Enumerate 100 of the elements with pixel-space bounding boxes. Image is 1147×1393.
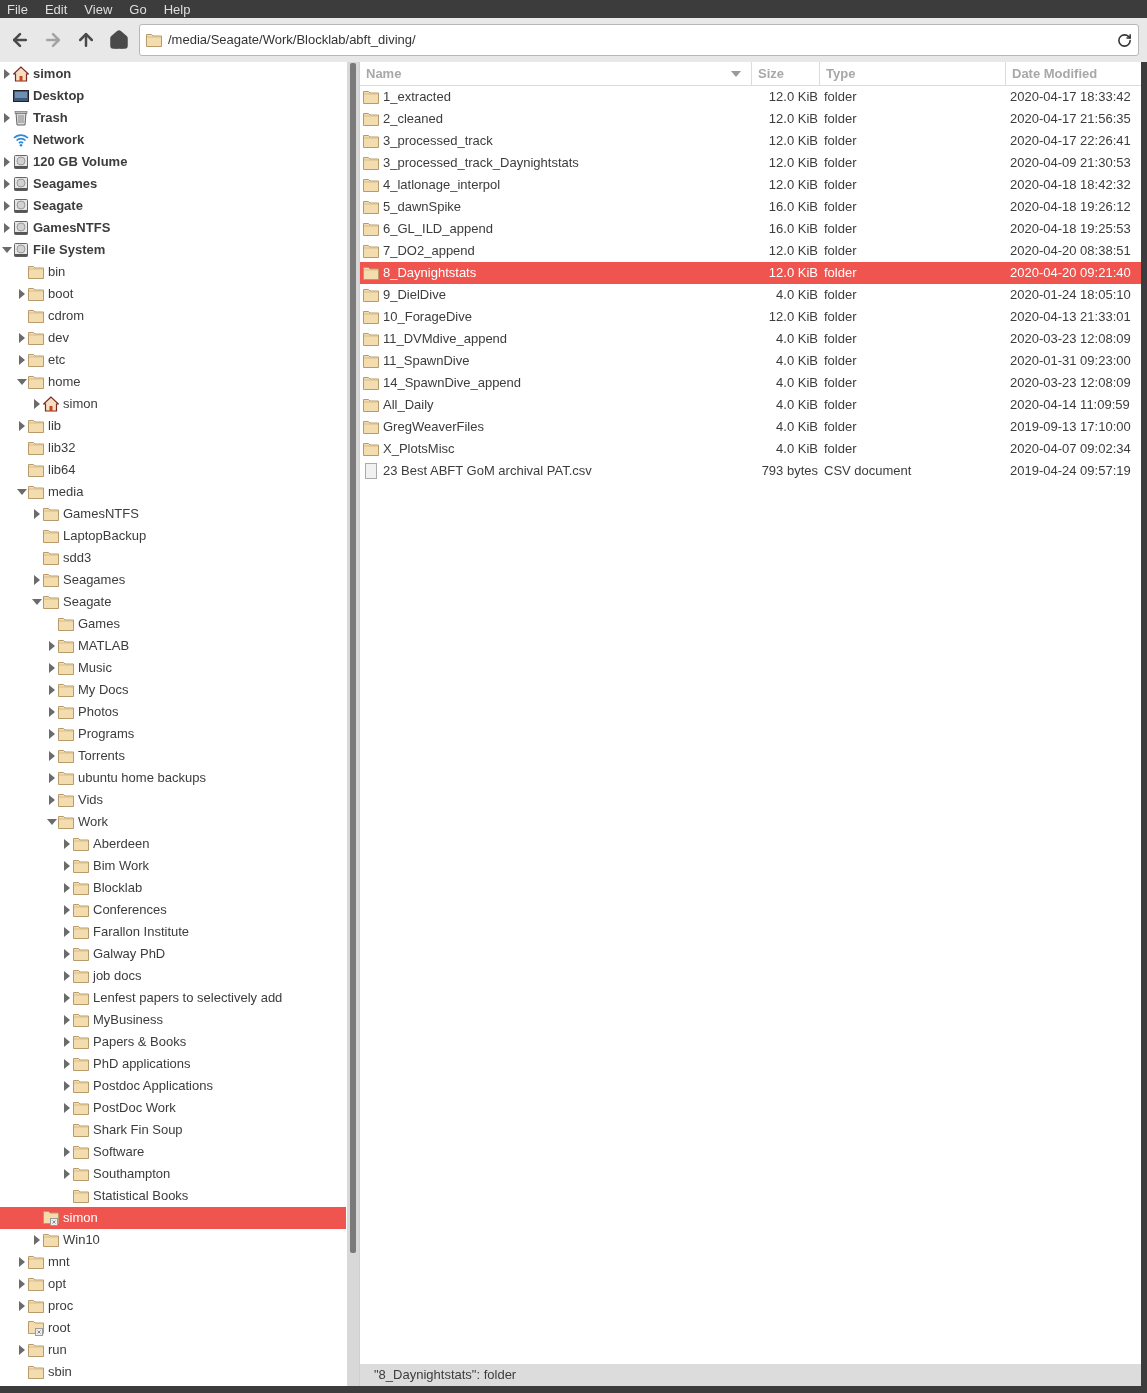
caret-right-icon[interactable]	[4, 157, 10, 167]
tree-item[interactable]: GamesNTFS	[0, 503, 346, 525]
tree-item[interactable]: Programs	[0, 723, 346, 745]
tree-item[interactable]: 120 GB Volume	[0, 151, 346, 173]
file-row[interactable]: 10_ForageDive 12.0 KiB folder 2020-04-13 21:33:01	[360, 306, 1141, 328]
scrollbar-thumb[interactable]	[350, 63, 356, 1253]
tree-item[interactable]: Seagate	[0, 591, 346, 613]
tree-item[interactable]: MATLAB	[0, 635, 346, 657]
file-row[interactable]: 3_processed_track_Daynightstats 12.0 KiB folder 2020-04-09 21:30:53	[360, 152, 1141, 174]
caret-right-icon[interactable]	[4, 69, 10, 79]
tree-item[interactable]: Seagate	[0, 195, 346, 217]
tree-item[interactable]: ubuntu home backups	[0, 767, 346, 789]
caret-right-icon[interactable]	[64, 1147, 70, 1157]
caret-right-icon[interactable]	[64, 971, 70, 981]
tree-item[interactable]: Music	[0, 657, 346, 679]
tree-item[interactable]: Papers & Books	[0, 1031, 346, 1053]
caret-right-icon[interactable]	[49, 795, 55, 805]
file-row[interactable]: GregWeaverFiles 4.0 KiB folder 2019-09-13 17:10:00	[360, 416, 1141, 438]
tree-item[interactable]: Blocklab	[0, 877, 346, 899]
caret-right-icon[interactable]	[49, 685, 55, 695]
file-row[interactable]: 14_SpawnDive_append 4.0 KiB folder 2020-03-23 12:08:09	[360, 372, 1141, 394]
caret-right-icon[interactable]	[64, 861, 70, 871]
caret-right-icon[interactable]	[19, 333, 25, 343]
caret-right-icon[interactable]	[49, 751, 55, 761]
tree-item[interactable]: lib32	[0, 437, 346, 459]
tree-item[interactable]: etc	[0, 349, 346, 371]
caret-right-icon[interactable]	[4, 201, 10, 211]
caret-right-icon[interactable]	[49, 729, 55, 739]
caret-right-icon[interactable]	[64, 927, 70, 937]
caret-right-icon[interactable]	[64, 1059, 70, 1069]
menu-item[interactable]: Help	[158, 2, 196, 16]
tree-item[interactable]: Trash	[0, 107, 346, 129]
caret-right-icon[interactable]	[19, 1345, 25, 1355]
caret-right-icon[interactable]	[19, 289, 25, 299]
tree-item[interactable]: bin	[0, 261, 346, 283]
tree-item[interactable]: simon	[0, 393, 346, 415]
tree-item[interactable]: cdrom	[0, 305, 346, 327]
tree-item[interactable]: Statistical Books	[0, 1185, 346, 1207]
tree-item[interactable]: Aberdeen	[0, 833, 346, 855]
caret-down-icon[interactable]	[17, 379, 27, 385]
tree-item[interactable]: boot	[0, 283, 346, 305]
caret-right-icon[interactable]	[64, 839, 70, 849]
caret-right-icon[interactable]	[64, 1103, 70, 1113]
location-field[interactable]: /media/Seagate/Work/Blocklab/abft_diving/	[139, 24, 1139, 56]
tree-item[interactable]: lib64	[0, 459, 346, 481]
tree-item[interactable]: Seagames	[0, 569, 346, 591]
caret-right-icon[interactable]	[19, 1279, 25, 1289]
file-row[interactable]: 3_processed_track 12.0 KiB folder 2020-04-17 22:26:41	[360, 130, 1141, 152]
file-row[interactable]: All_Daily 4.0 KiB folder 2020-04-14 11:09:59	[360, 394, 1141, 416]
file-row[interactable]: X_PlotsMisc 4.0 KiB folder 2020-04-07 09:02:34	[360, 438, 1141, 460]
file-row[interactable]: 11_DVMdive_append 4.0 KiB folder 2020-03-23 12:08:09	[360, 328, 1141, 350]
caret-right-icon[interactable]	[19, 421, 25, 431]
menu-item[interactable]: Edit	[39, 2, 73, 16]
tree-item[interactable]: PostDoc Work	[0, 1097, 346, 1119]
tree-item[interactable]: simon	[0, 63, 346, 85]
caret-right-icon[interactable]	[19, 1301, 25, 1311]
tree-item[interactable]: GamesNTFS	[0, 217, 346, 239]
tree-item[interactable]: MyBusiness	[0, 1009, 346, 1031]
caret-right-icon[interactable]	[64, 949, 70, 959]
caret-right-icon[interactable]	[19, 1257, 25, 1267]
tree-item[interactable]: proc	[0, 1295, 346, 1317]
file-row[interactable]: 1_extracted 12.0 KiB folder 2020-04-17 18:33:42	[360, 86, 1141, 108]
tree-item[interactable]: Conferences	[0, 899, 346, 921]
caret-right-icon[interactable]	[64, 1037, 70, 1047]
tree-item[interactable]: media	[0, 481, 346, 503]
file-row[interactable]: 11_SpawnDive 4.0 KiB folder 2020-01-31 09:23:00	[360, 350, 1141, 372]
tree-item[interactable]: Bim Work	[0, 855, 346, 877]
caret-right-icon[interactable]	[64, 883, 70, 893]
tree-item[interactable]: File System	[0, 239, 346, 261]
tree-item[interactable]: Work	[0, 811, 346, 833]
tree-item[interactable]: LaptopBackup	[0, 525, 346, 547]
tree-item[interactable]: Galway PhD	[0, 943, 346, 965]
file-row[interactable]: 23 Best ABFT GoM archival PAT.csv 793 bytes CSV document 2019-04-24 09:57:19	[360, 460, 1141, 482]
menu-item[interactable]: Go	[124, 2, 152, 16]
tree-item[interactable]: Vids	[0, 789, 346, 811]
caret-right-icon[interactable]	[4, 179, 10, 189]
caret-right-icon[interactable]	[64, 993, 70, 1003]
tree-item[interactable]: sdd3	[0, 547, 346, 569]
file-row[interactable]: 5_dawnSpike 16.0 KiB folder 2020-04-18 19:26:12	[360, 196, 1141, 218]
caret-right-icon[interactable]	[34, 399, 40, 409]
reload-icon[interactable]	[1117, 32, 1132, 48]
tree-item[interactable]: job docs	[0, 965, 346, 987]
tree-item[interactable]: Lenfest papers to selectively add	[0, 987, 346, 1009]
tree-item[interactable]: Software	[0, 1141, 346, 1163]
caret-right-icon[interactable]	[34, 575, 40, 585]
tree-item[interactable]: Desktop	[0, 85, 346, 107]
caret-right-icon[interactable]	[49, 641, 55, 651]
file-row[interactable]: 7_DO2_append 12.0 KiB folder 2020-04-20 08:38:51	[360, 240, 1141, 262]
tree-item[interactable]: Postdoc Applications	[0, 1075, 346, 1097]
file-row[interactable]: 6_GL_ILD_append 16.0 KiB folder 2020-04-18 19:25:53	[360, 218, 1141, 240]
tree-item[interactable]: Shark Fin Soup	[0, 1119, 346, 1141]
file-row[interactable]: 9_DielDive 4.0 KiB folder 2020-01-24 18:05:10	[360, 284, 1141, 306]
tree-item[interactable]: PhD applications	[0, 1053, 346, 1075]
caret-right-icon[interactable]	[64, 1169, 70, 1179]
tree-item[interactable]: run	[0, 1339, 346, 1361]
caret-down-icon[interactable]	[17, 489, 27, 495]
caret-down-icon[interactable]	[47, 819, 57, 825]
tree-item[interactable]: root	[0, 1317, 346, 1339]
caret-right-icon[interactable]	[34, 1235, 40, 1245]
tree-item[interactable]: home	[0, 371, 346, 393]
